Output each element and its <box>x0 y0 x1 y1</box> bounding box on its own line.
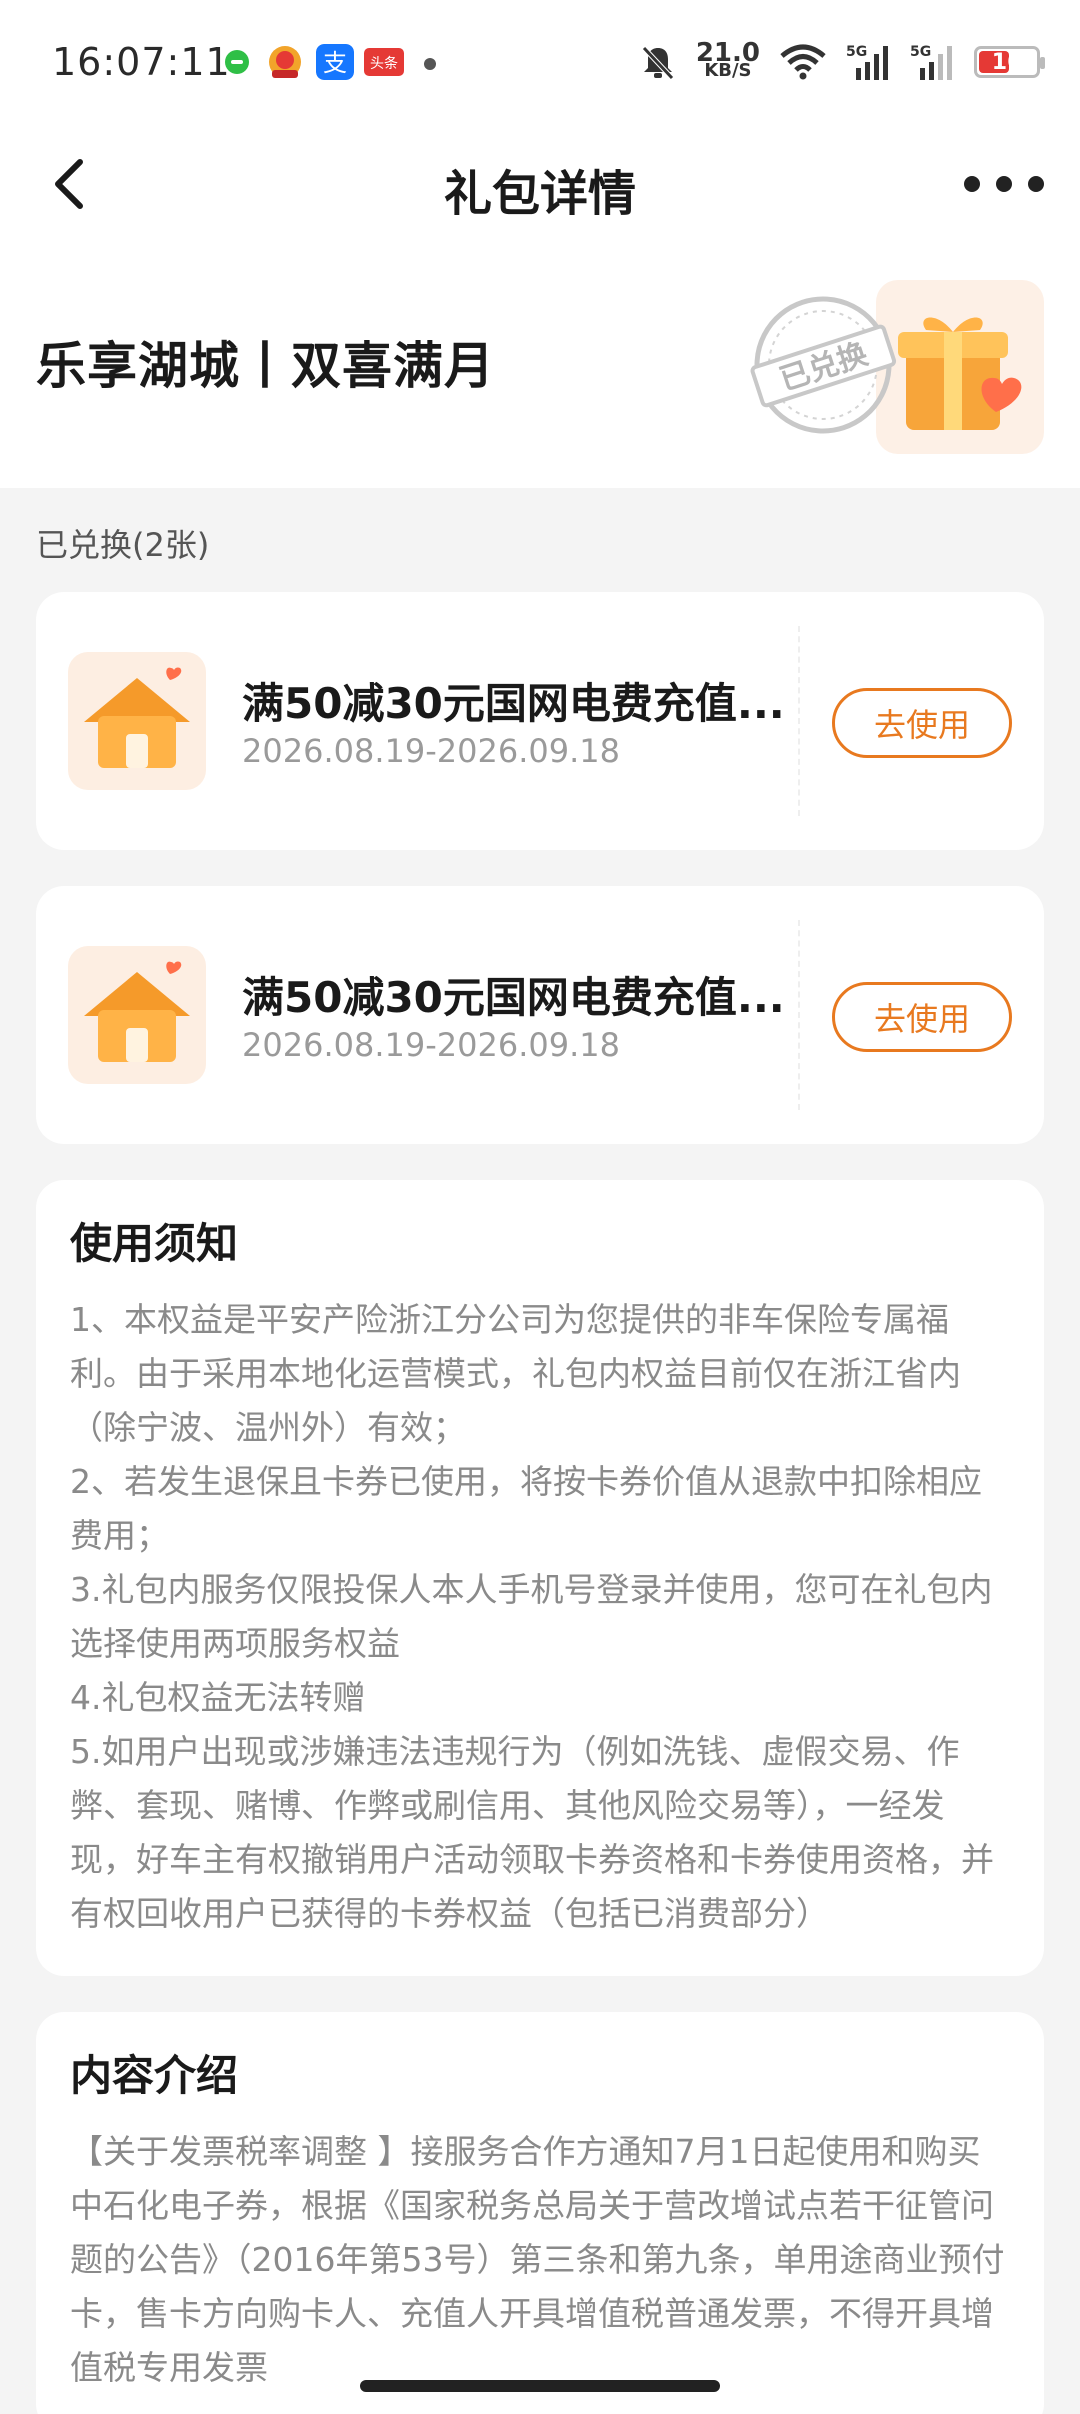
coupon-divider <box>798 626 800 816</box>
toutiao-notification-icon: 头条 <box>364 48 404 76</box>
wifi-icon <box>780 44 826 80</box>
battery-level: 16 <box>991 49 1023 75</box>
svg-text:支: 支 <box>323 49 347 77</box>
redeemed-stamp-icon: 已兑换 <box>750 296 897 434</box>
alipay-notification-icon: 支 <box>316 44 354 80</box>
status-time: 16:07:11 <box>52 40 231 84</box>
coupon-thumbnail <box>68 946 206 1084</box>
mute-bell-icon <box>642 46 674 80</box>
redeemed-count-label: 已兑换(2张) <box>36 526 210 564</box>
gift-box-image <box>876 280 1044 454</box>
coupon-card: 满50减30元国网电费充值... 2026.08.19-2026.09.18 去… <box>36 592 1044 850</box>
house-icon <box>84 667 190 768</box>
battery-icon: 16 <box>974 46 1045 78</box>
package-title: 乐享湖城丨双喜满月 <box>36 337 495 395</box>
svg-text:头条: 头条 <box>370 55 398 72</box>
coupon-title: 满50减30元国网电费充值... <box>242 679 785 728</box>
signal-5g-icon: 5G <box>846 44 888 80</box>
wechat-notification-icon <box>225 50 249 74</box>
gift-box-icon <box>898 317 1022 430</box>
svg-text:5G: 5G <box>910 44 931 60</box>
coupon-card: 满50减30元国网电费充值... 2026.08.19-2026.09.18 去… <box>36 886 1044 1144</box>
usage-notice-section: 使用须知 1、本权益是平安产险浙江分公司为您提供的非车保险专属福利。由于采用本地… <box>36 1180 1044 1976</box>
coupon-title: 满50减30元国网电费充值... <box>242 973 785 1022</box>
game-app-notification-icon <box>269 46 301 78</box>
content-intro-section: 内容介绍 【关于发票税率调整 】接服务合作方通知7月1日起使用和购买中石化电子券… <box>36 2012 1044 2414</box>
content-intro-heading: 内容介绍 <box>70 2051 239 2100</box>
status-right-cluster: 21.0 KB/S 5G 5G 16 <box>638 38 1045 86</box>
status-bar: 16:07:11 支 头条 21.0 KB/S 5G 5G 16 <box>0 0 1080 120</box>
network-speed: 21.0 KB/S <box>695 38 760 81</box>
usage-notice-heading: 使用须知 <box>70 1219 239 1268</box>
more-notifications-dot <box>424 58 436 70</box>
coupon-thumbnail <box>68 652 206 790</box>
use-coupon-button[interactable]: 去使用 <box>832 982 1012 1052</box>
home-indicator[interactable] <box>360 2380 720 2392</box>
navigation-bar: 礼包详情 <box>0 120 1080 246</box>
package-header: 乐享湖城丨双喜满月 已兑换 <box>0 246 1080 488</box>
house-icon <box>84 961 190 1062</box>
signal-5g-secondary-icon: 5G <box>910 44 952 80</box>
use-coupon-button[interactable]: 去使用 <box>832 688 1012 758</box>
usage-notice-body: 1、本权益是平安产险浙江分公司为您提供的非车保险专属福利。由于采用本地化运营模式… <box>70 1300 994 1933</box>
coupon-divider <box>798 920 800 1110</box>
svg-text:5G: 5G <box>846 44 867 60</box>
content-intro-body: 【关于发票税率调整 】接服务合作方通知7月1日起使用和购买中石化电子券，根据《国… <box>70 2132 1005 2387</box>
coupon-validity: 2026.08.19-2026.09.18 <box>242 1026 620 1064</box>
coupon-validity: 2026.08.19-2026.09.18 <box>242 732 620 770</box>
more-options-icon[interactable] <box>964 162 1044 206</box>
page-title: 礼包详情 <box>443 166 636 222</box>
